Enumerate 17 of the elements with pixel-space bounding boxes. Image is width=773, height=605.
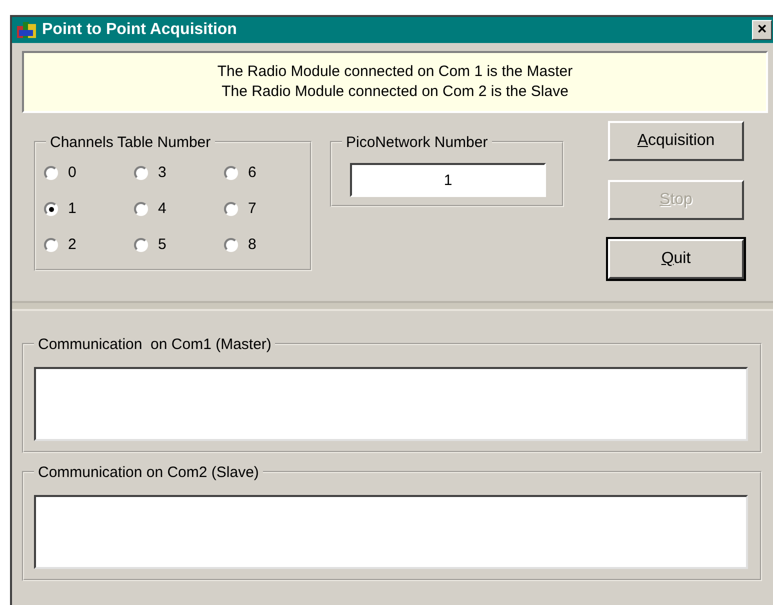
channel-radio[interactable]: 0 <box>44 155 134 191</box>
dialog-button[interactable]: Quit <box>608 239 744 279</box>
channel-radio[interactable]: 1 <box>44 191 134 227</box>
info-text: The Radio Module connected on Com 2 is the Slave <box>222 82 568 102</box>
app-icon <box>16 20 38 40</box>
window-title: Point to Point Acquisition <box>42 20 237 40</box>
channel-radio[interactable]: 7 <box>224 191 314 227</box>
channel-radio[interactable]: 2 <box>44 227 134 263</box>
info-text: The Radio Module connected on Com 1 is the Master <box>217 62 573 82</box>
pico-field[interactable]: 1 <box>350 163 546 197</box>
channel-radio[interactable]: 5 <box>134 227 224 263</box>
dialog-button[interactable]: Acquisition <box>608 121 744 161</box>
channel-radio[interactable]: 4 <box>134 191 224 227</box>
channel-radio[interactable]: 6 <box>224 155 314 191</box>
channel-radio[interactable]: 8 <box>224 227 314 263</box>
close-button[interactable]: × <box>752 20 772 40</box>
channel-radio[interactable]: 3 <box>134 155 224 191</box>
